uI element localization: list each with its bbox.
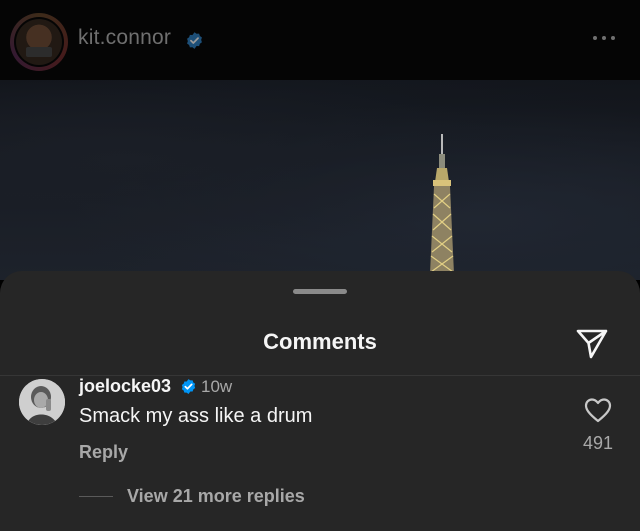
comment-timestamp: 10w [201, 377, 233, 396]
heart-icon[interactable] [584, 397, 612, 423]
view-more-replies-button[interactable]: View 21 more replies [127, 486, 305, 507]
commenter-avatar[interactable] [19, 379, 65, 425]
sheet-title: Comments [263, 329, 377, 354]
comment-text: Smack my ass like a drum [79, 405, 313, 427]
commenter-photo [19, 379, 65, 425]
paper-plane-icon[interactable] [575, 326, 609, 360]
more-options-icon[interactable] [593, 36, 623, 44]
instagram-post-screen: kit.connor Comments joelocke03 10w Smack… [0, 0, 640, 531]
post-image[interactable] [0, 80, 640, 280]
like-count: 491 [582, 433, 614, 453]
comments-sheet: Comments joelocke03 10w Smack my ass lik… [0, 271, 640, 531]
eiffel-tower-photo [430, 134, 454, 274]
reply-button[interactable]: Reply [79, 442, 128, 463]
post-author-username[interactable]: kit.connor [78, 26, 171, 50]
sheet-drag-handle[interactable] [293, 289, 347, 294]
commenter-username[interactable]: joelocke03 [79, 376, 171, 397]
post-header: kit.connor [0, 0, 640, 80]
post-author-avatar[interactable] [16, 19, 62, 65]
verified-badge-icon [187, 32, 202, 49]
replies-connector-line [79, 496, 113, 497]
verified-badge-icon [181, 379, 196, 394]
